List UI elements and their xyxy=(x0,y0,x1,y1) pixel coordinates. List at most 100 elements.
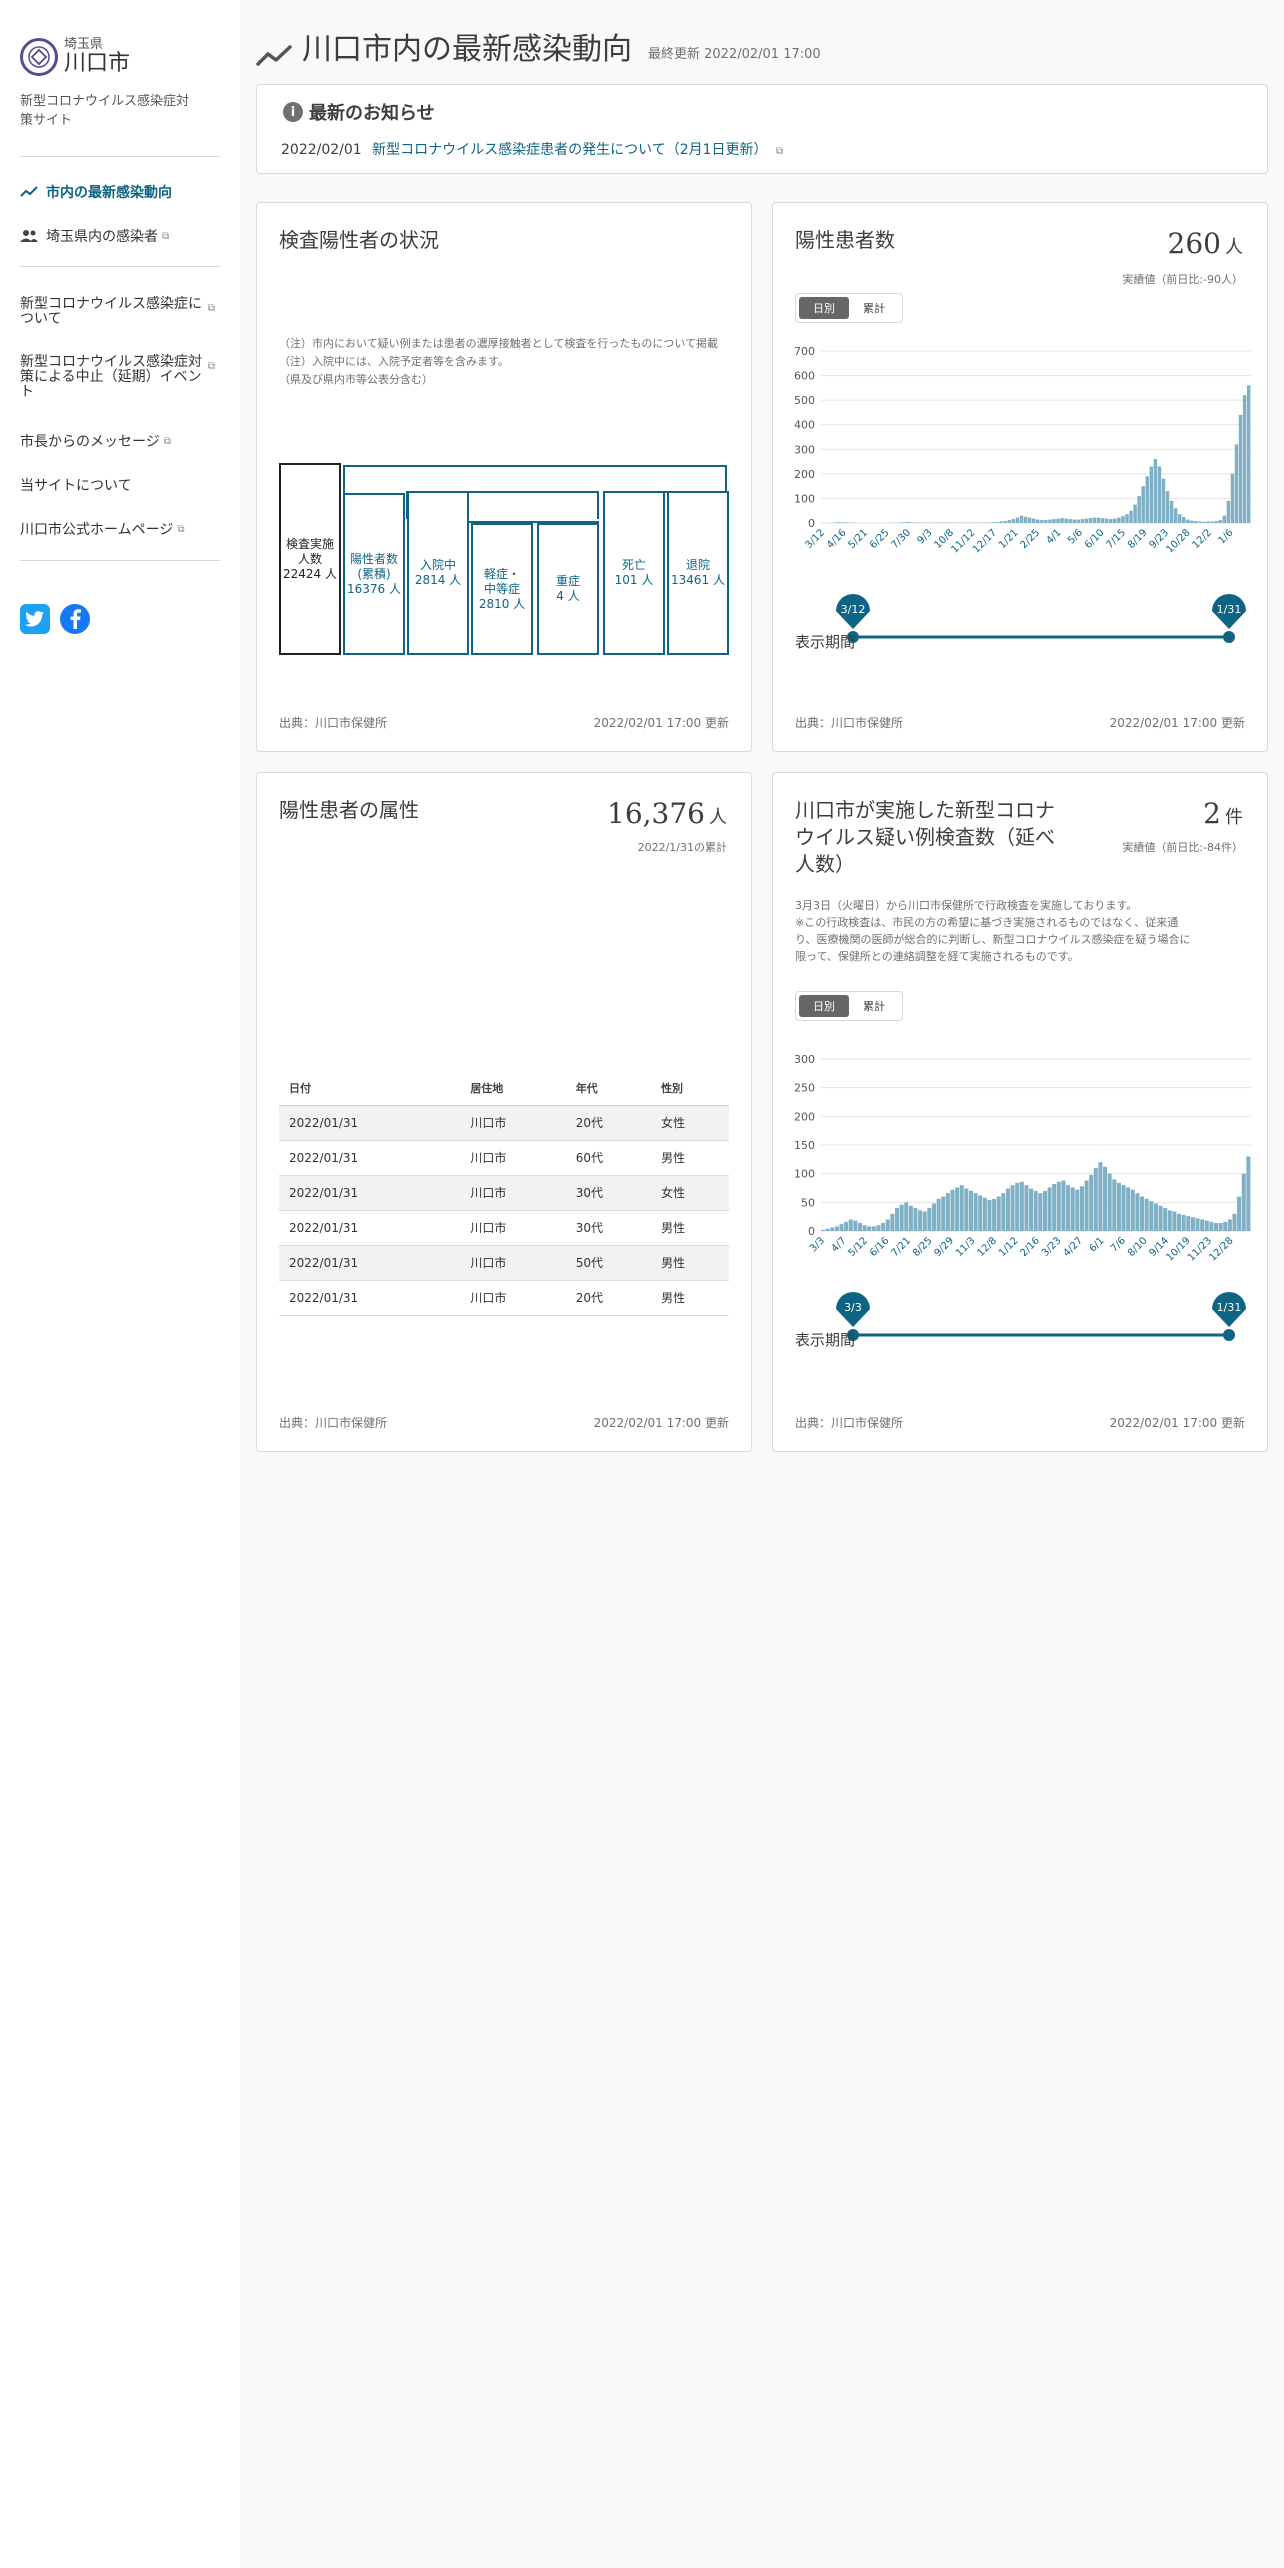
bar xyxy=(982,1197,987,1231)
table-cell: 女性 xyxy=(651,1105,729,1141)
box-label: 陽性者数(累積) xyxy=(350,551,399,581)
y-tick-label: 250 xyxy=(794,1082,815,1095)
nav-item-label: 埼玉県内の感染者 xyxy=(46,229,158,245)
news-title: i 最新のお知らせ xyxy=(283,99,435,125)
bar xyxy=(1033,1190,1038,1231)
bar xyxy=(1024,1185,1029,1231)
bar xyxy=(1167,1210,1172,1231)
external-link-icon: ⧉ xyxy=(207,303,215,314)
box-severe: 重症 4 人 xyxy=(537,523,599,655)
bar xyxy=(1047,1187,1052,1231)
twitter-icon[interactable] xyxy=(20,604,50,634)
card-patient-attributes: 陽性患者の属性 16,376 人 2022/1/31の累計 日付 居住地 年代 性… xyxy=(256,772,752,1452)
site-logo[interactable]: 埼玉県 川口市 xyxy=(20,38,130,76)
slider-value-label: 3/12 xyxy=(841,603,866,616)
bar xyxy=(927,1208,932,1231)
nav-item-mayor-message[interactable]: 市長からのメッセージ ⧉ xyxy=(20,431,171,451)
toggle-cumulative[interactable]: 累計 xyxy=(849,297,899,319)
updated-label: 2022/02/01 17:00 更新 xyxy=(593,716,729,730)
card-title: 川口市が実施した新型コロナウイルス疑い例検査数（延べ人数） xyxy=(795,798,1055,876)
bar xyxy=(999,521,1003,523)
bar xyxy=(1130,1189,1135,1231)
box-discharged: 退院 13461 人 xyxy=(667,493,729,655)
updated-label: 2022/02/01 17:00 更新 xyxy=(593,1416,729,1430)
x-tick-label: 7/15 xyxy=(1104,527,1128,551)
tests-bar-chart: 0501001502002503003/3 4/75/126/167/218/25… xyxy=(794,1053,1251,1264)
news-link[interactable]: 新型コロナウイルス感染症患者の発生について（2月1日更新） xyxy=(372,142,767,158)
bar xyxy=(1145,476,1149,523)
bar xyxy=(871,1226,876,1231)
count-unit: 件 xyxy=(1225,807,1243,828)
y-tick-label: 200 xyxy=(794,468,815,481)
bar xyxy=(1137,495,1141,523)
bar xyxy=(899,1204,904,1231)
note-line: （注）市内において疑い例または患者の濃厚接触者として検査を行ったものについて掲載 xyxy=(279,337,719,350)
table-cell: 男性 xyxy=(651,1210,729,1246)
external-link-icon: ⧉ xyxy=(207,361,215,372)
bar xyxy=(1158,1205,1163,1231)
nav-item-cancelled-events[interactable]: 新型コロナウイルス感染症対策による中止（延期）イベント ⧉ xyxy=(20,355,215,400)
bar xyxy=(1072,519,1076,523)
count-unit: 人 xyxy=(709,807,727,828)
bar xyxy=(1141,486,1145,523)
x-tick-label: 10/28 xyxy=(1164,527,1192,555)
table-cell: 50代 xyxy=(565,1245,652,1281)
x-tick-label: 11/3 xyxy=(954,1235,978,1259)
bar xyxy=(906,522,910,523)
bar xyxy=(1181,1214,1186,1231)
nav-item-saitama-patients[interactable]: 埼玉県内の感染者 ⧉ xyxy=(20,226,169,246)
nav-item-about-site[interactable]: 当サイトについて xyxy=(20,475,132,495)
x-tick-label: 7/21 xyxy=(889,1235,913,1259)
table-row: 2022/01/31 川口市 60代 男性 xyxy=(279,1140,729,1176)
bar xyxy=(1140,1196,1145,1231)
nav-item-city-homepage[interactable]: 川口市公式ホームページ ⧉ xyxy=(20,519,184,539)
bar xyxy=(1066,1185,1071,1231)
page-header: 川口市内の最新感染動向 最終更新 2022/02/01 17:00 xyxy=(256,32,821,68)
nav-item-latest-trend[interactable]: 市内の最新感染動向 xyxy=(20,182,172,202)
x-tick-label: 12/2 xyxy=(1190,527,1214,551)
toggle-daily[interactable]: 日別 xyxy=(799,995,849,1017)
facebook-icon[interactable] xyxy=(60,604,90,634)
toggle-daily[interactable]: 日別 xyxy=(799,297,849,319)
y-tick-label: 150 xyxy=(794,1139,815,1152)
card-positive-patients: 陽性患者数 260 人 実績値（前日比:-90人） 日別 累計 0 100 200 30… xyxy=(772,202,1268,752)
column-header[interactable]: 性別 xyxy=(651,1071,729,1106)
table-header-row: 日付 居住地 年代 性別 xyxy=(279,1071,729,1106)
source-label: 出典：川口市保健所 xyxy=(795,1416,904,1430)
nav-item-about-covid[interactable]: 新型コロナウイルス感染症について ⧉ xyxy=(20,297,215,327)
x-tick-label: 4/27 xyxy=(1061,1235,1085,1259)
column-header[interactable]: 居住地 xyxy=(460,1071,566,1106)
bar xyxy=(1121,1185,1126,1231)
slider-end-handle[interactable] xyxy=(1223,631,1235,643)
slider-end-handle[interactable] xyxy=(1223,1329,1235,1341)
nav-item-label: 新型コロナウイルス感染症対策による中止（延期）イベント xyxy=(20,354,202,400)
box-positive: 陽性者数(累積) 16376 人 xyxy=(343,493,405,655)
box-tested: 検査実施人数 22424 人 xyxy=(279,463,341,655)
x-tick-label: 3/3 xyxy=(808,1235,827,1254)
table-row: 2022/01/31 川口市 30代 男性 xyxy=(279,1210,729,1246)
bar xyxy=(1070,1187,1075,1231)
bar xyxy=(1036,519,1040,523)
table-cell: 30代 xyxy=(565,1210,652,1246)
count-value: 16,376 xyxy=(607,797,705,830)
bar xyxy=(1190,1217,1195,1231)
toggle-cumulative[interactable]: 累計 xyxy=(849,995,899,1017)
tests-count: 2件 xyxy=(1203,797,1243,830)
period-slider[interactable]: 3/3 1/31 xyxy=(833,1291,1253,1351)
bar xyxy=(1126,1187,1131,1231)
column-header[interactable]: 年代 xyxy=(565,1071,652,1106)
bar xyxy=(839,1224,844,1231)
table-cell: 川口市 xyxy=(460,1175,566,1211)
source-label: 出典：川口市保健所 xyxy=(279,1416,388,1430)
bar xyxy=(1218,520,1223,523)
bar xyxy=(1198,521,1202,523)
bar xyxy=(857,1222,863,1231)
column-header[interactable]: 日付 xyxy=(279,1071,461,1106)
bar xyxy=(1133,504,1137,523)
bar xyxy=(1109,519,1113,523)
period-slider[interactable]: 3/12 1/31 xyxy=(833,593,1253,653)
nav-item-label: 市内の最新感染動向 xyxy=(46,185,172,201)
y-tick-label: 700 xyxy=(794,345,815,358)
bar xyxy=(1177,1213,1182,1231)
y-tick-label: 400 xyxy=(794,419,815,432)
